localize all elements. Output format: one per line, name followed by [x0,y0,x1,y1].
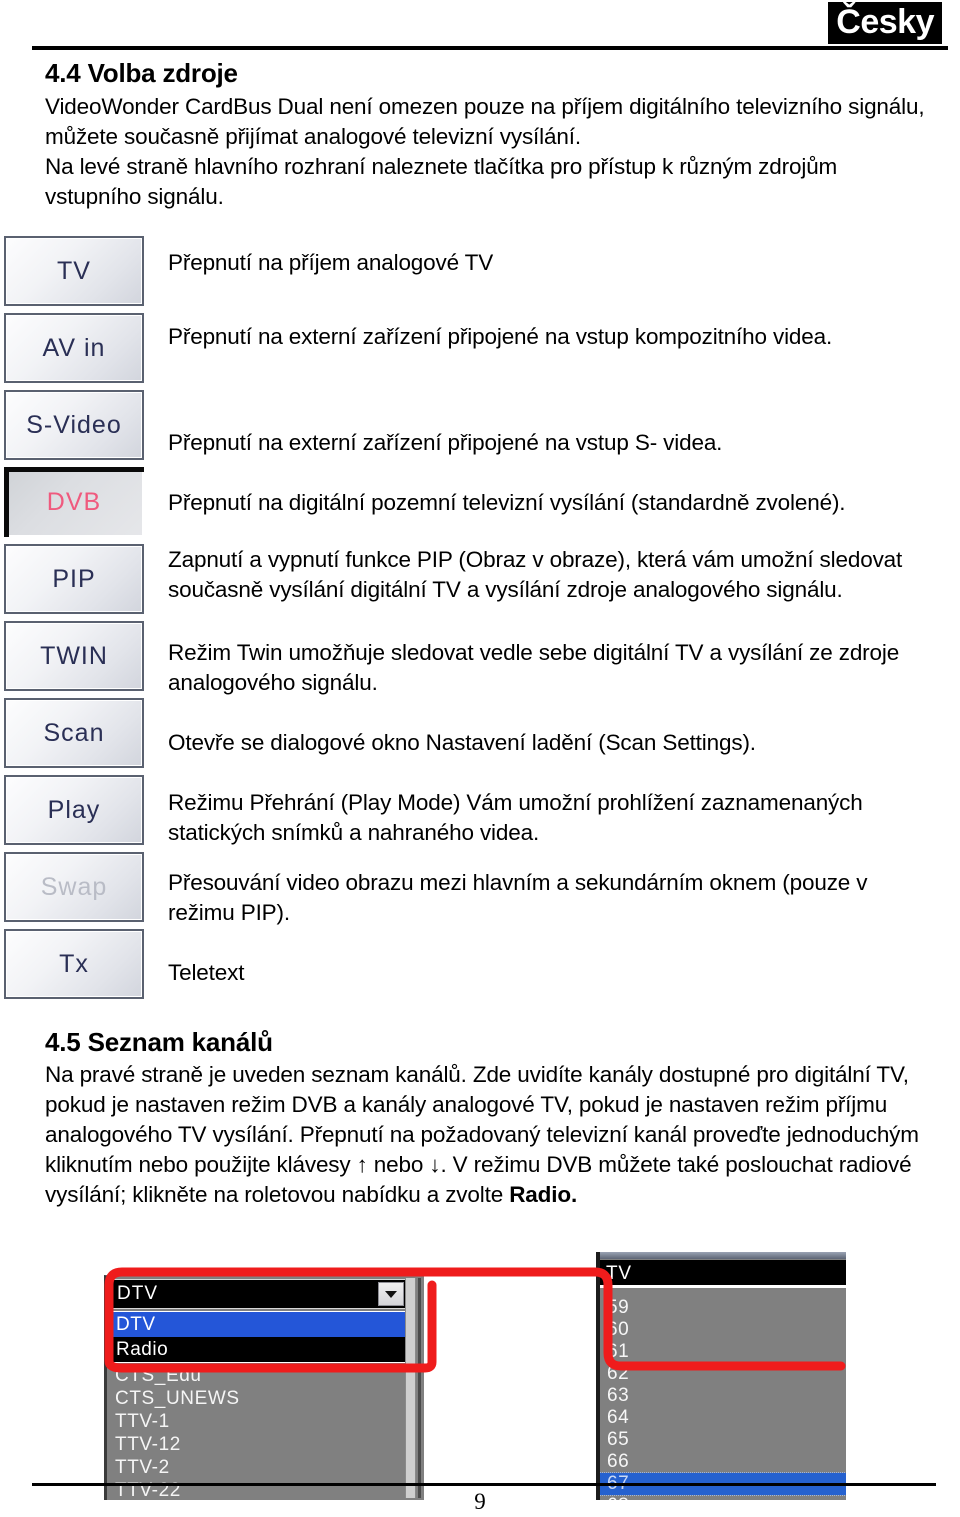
section-4-4-heading: 4.4 Volba zdroje [45,58,238,88]
description-text: Přepnutí na externí zařízení připojené n… [168,430,723,455]
source-button-label: TWIN [40,641,108,670]
dropdown-option-radio[interactable]: Radio [111,1337,406,1362]
source-button-label: PIP [52,564,96,593]
source-button-pip[interactable]: PIP [4,544,144,614]
channel-list-header: TV [600,1260,846,1288]
source-button-twin[interactable]: TWIN [4,621,144,691]
description-text: Přepnutí na externí zařízení připojené n… [168,324,833,349]
description-text: Zapnutí a vypnutí funkce PIP (Obraz v ob… [168,547,903,602]
description-6: Režim Twin umožňuje sledovat vedle sebe … [168,638,928,698]
screenshot-channel-list: TV 59606162636465666768 [596,1252,846,1500]
description-9: Přesouvání video obrazu mezi hlavním a s… [168,868,928,928]
description-text: Přesouvání video obrazu mezi hlavním a s… [168,870,868,925]
channel-number-item[interactable]: 63 [600,1385,846,1407]
footer-divider [32,1483,936,1486]
description-1: Přepnutí na příjem analogové TV [168,248,928,278]
channel-number-item[interactable]: 59 [600,1297,846,1319]
section-4-5-paragraph: Na pravé straně je uveden seznam kanálů.… [45,1060,935,1210]
channel-number-list[interactable]: 59606162636465666768 [600,1294,846,1500]
source-button-swap[interactable]: Swap [4,852,144,922]
source-button-label: Play [47,795,101,824]
source-button-label: AV in [42,333,106,362]
channel-name-list[interactable]: CTS_Edu CTS_UNEWS TTV-1 TTV-12 TTV-2 TTV-22 [110,1364,407,1500]
source-button-av-in[interactable]: AV in [4,313,144,383]
channel-name-item[interactable]: TTV-12 [110,1433,407,1456]
section-4-5-heading: 4.5 Seznam kanálů [45,1027,273,1057]
channel-number-item[interactable]: 60 [600,1319,846,1341]
source-mode-combobox[interactable]: DTV [110,1279,407,1309]
source-button-scan[interactable]: Scan [4,698,144,768]
description-text: Přepnutí na příjem analogové TV [168,250,494,275]
source-button-dvb[interactable]: DVB [4,467,144,537]
source-button-label: TV [57,256,91,285]
description-7: Otevře se dialogové okno Nastavení laděn… [168,728,928,758]
description-5: Zapnutí a vypnutí funkce PIP (Obraz v ob… [168,545,928,605]
channel-name-item[interactable]: CTS_Edu [110,1364,407,1387]
source-button-tx[interactable]: Tx [4,929,144,999]
description-text: Otevře se dialogové okno Nastavení laděn… [168,730,756,755]
combobox-value: DTV [117,1283,158,1304]
channel-name-item[interactable]: TTV-1 [110,1410,407,1433]
channel-name-item[interactable]: CTS_UNEWS [110,1387,407,1410]
source-button-play[interactable]: Play [4,775,144,845]
screenshot-channel-dropdown: DTV DTV Radio CTS_Edu CTS_UNEWS TTV-1 TTV-12… [104,1275,424,1500]
section-4-5: 4.5 Seznam kanálů Na pravé straně je uve… [45,1027,935,1210]
description-10: Teletext [168,958,928,988]
header-divider [32,46,948,50]
channel-number-item[interactable]: 62 [600,1363,846,1385]
language-tab: Česky [828,2,942,44]
description-text: Režimu Přehrání (Play Mode) Vám umožní p… [168,790,863,845]
section-4-5-bold-word: Radio. [509,1182,578,1207]
combobox-option-list[interactable]: DTV Radio [110,1311,407,1363]
source-button-column: TV AV in S-Video DVB PIP TWIN Scan Play Swap Tx [4,236,144,1006]
section-4-5-text: Na pravé straně je uveden seznam kanálů.… [45,1062,919,1207]
description-8: Režimu Přehrání (Play Mode) Vám umožní p… [168,788,928,848]
source-button-label: S-Video [26,410,122,439]
description-2: Přepnutí na externí zařízení připojené n… [168,322,928,352]
panel-titlebar [600,1252,846,1259]
section-4-4-paragraph-2: Na levé straně hlavního rozhraní nalezne… [45,154,838,209]
scrollbar-vertical[interactable] [405,1278,421,1498]
section-4-4: 4.4 Volba zdroje VideoWonder CardBus Dua… [45,58,925,212]
description-text: Teletext [168,960,245,985]
channel-number-item[interactable]: 66 [600,1451,846,1473]
source-button-label: Swap [40,872,108,901]
channel-number-item[interactable]: 61 [600,1341,846,1363]
source-button-label: Tx [59,949,89,978]
description-4: Přepnutí na digitální pozemní televizní … [168,488,928,518]
chevron-down-icon[interactable] [378,1282,404,1306]
source-button-label: Scan [43,718,105,747]
channel-number-item[interactable]: 64 [600,1407,846,1429]
section-4-4-paragraph-1: VideoWonder CardBus Dual není omezen pou… [45,94,925,149]
source-button-tv[interactable]: TV [4,236,144,306]
source-button-s-video[interactable]: S-Video [4,390,144,460]
source-button-label: DVB [46,487,102,516]
channel-name-item[interactable]: TTV-2 [110,1456,407,1479]
description-text: Přepnutí na digitální pozemní televizní … [168,490,846,515]
description-text: Režim Twin umožňuje sledovat vedle sebe … [168,640,900,695]
page-number: 9 [474,1489,486,1514]
description-3: Přepnutí na externí zařízení připojené n… [168,428,928,458]
dropdown-option-dtv[interactable]: DTV [111,1312,406,1337]
channel-number-item[interactable]: 65 [600,1429,846,1451]
